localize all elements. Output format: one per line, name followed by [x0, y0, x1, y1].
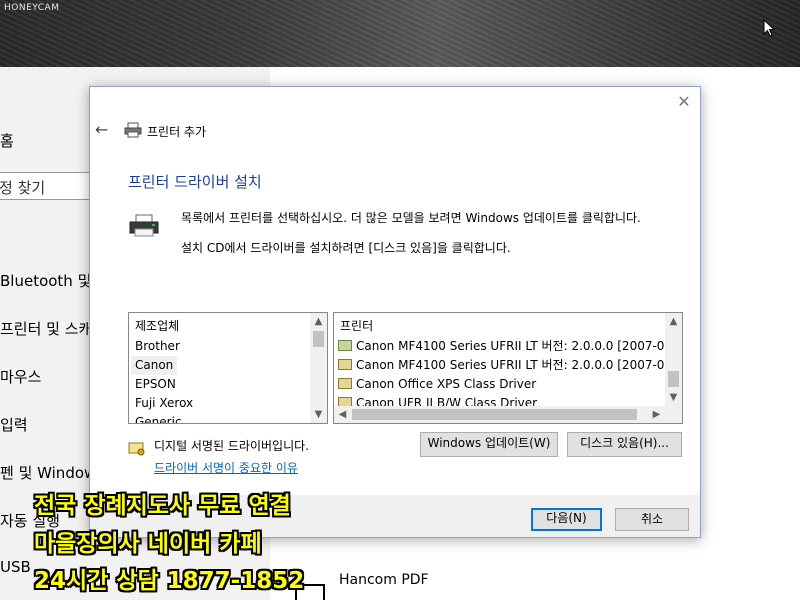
windows-update-button[interactable]: Windows 업데이트(W): [420, 432, 558, 457]
list-item[interactable]: Canon MF4100 Series UFRII LT 버전: 2.0.0.0…: [338, 337, 683, 356]
scroll-up-icon[interactable]: ▲: [310, 313, 327, 330]
settings-item-usb[interactable]: USB: [0, 558, 31, 576]
settings-item-mouse[interactable]: 마우스: [0, 366, 41, 387]
list-item[interactable]: Canon Office XPS Class Driver: [338, 375, 536, 394]
printer-header: 프린터: [340, 319, 374, 333]
manufacturer-scrollbar[interactable]: ▲ ▼: [310, 313, 327, 423]
add-printer-dialog: ✕ ← 프린터 추가 프린터 드라이버 설치 목록에서 프린터를 선택하십시오.…: [89, 86, 701, 538]
scroll-thumb[interactable]: [352, 409, 637, 420]
list-item[interactable]: Canon MF4100 Series UFRII LT 버전: 2.0.0.0…: [338, 356, 683, 375]
manufacturer-header: 제조업체: [135, 319, 180, 333]
settings-item-home[interactable]: 홈: [0, 130, 14, 151]
list-item[interactable]: Generic: [135, 413, 182, 423]
scroll-down-icon[interactable]: ▼: [310, 406, 327, 423]
instruction-text: 목록에서 프린터를 선택하십시오. 더 많은 모델을 보려면 Windows 업…: [181, 211, 641, 225]
page-heading: 프린터 드라이버 설치: [128, 173, 262, 191]
settings-item-printers[interactable]: 프린터 및 스캐: [0, 318, 92, 339]
scroll-thumb[interactable]: [313, 331, 324, 347]
printer-device-label[interactable]: Hancom PDF: [339, 572, 429, 588]
overlay-caption-line3: 24시간 상담 1877-1852: [34, 568, 305, 594]
overlay-caption-line1: 전국 장례지도사 무료 연결: [34, 493, 291, 519]
printer-name: Canon Office XPS Class Driver: [356, 377, 537, 391]
signature-info-link[interactable]: 드라이버 서명이 중요한 이유: [154, 459, 298, 476]
scroll-right-icon[interactable]: ▶: [648, 406, 665, 423]
instruction-text-disk: 설치 CD에서 드라이버를 설치하려면 [디스크 있음]을 클릭합니다.: [181, 241, 511, 255]
desktop-banner: HONEYCAM: [0, 0, 800, 67]
cancel-button[interactable]: 취소: [615, 508, 689, 531]
settings-item-input[interactable]: 입력: [0, 414, 28, 435]
driver-icon: [338, 340, 352, 351]
have-disk-button[interactable]: 디스크 있음(H)...: [567, 432, 682, 457]
next-button[interactable]: 다음(N): [531, 508, 602, 531]
scroll-left-icon[interactable]: ◀: [334, 406, 351, 423]
search-placeholder: 정 찾기: [0, 179, 46, 197]
signed-driver-icon: [128, 442, 145, 456]
printer-name: Canon MF4100 Series UFRII LT 버전: 2.0.0.0…: [356, 358, 683, 372]
scroll-up-icon[interactable]: ▲: [665, 313, 682, 330]
printer-name: Canon MF4100 Series UFRII LT 버전: 2.0.0.0…: [356, 339, 683, 353]
driver-icon: [338, 378, 352, 389]
printer-driver-icon: [129, 214, 159, 237]
settings-item-pen[interactable]: 펜 및 Window: [0, 462, 96, 483]
printer-list[interactable]: 프린터 Canon MF4100 Series UFRII LT 버전: 2.0…: [333, 312, 683, 424]
recorder-watermark: HONEYCAM: [4, 3, 60, 13]
printer-icon: [124, 122, 142, 138]
back-arrow-icon[interactable]: ←: [95, 121, 113, 139]
banner-texture: [0, 0, 800, 67]
list-item[interactable]: Fuji Xerox: [135, 394, 193, 413]
signature-status: 디지털 서명된 드라이버입니다.: [154, 439, 309, 453]
manufacturer-list[interactable]: 제조업체 Brother Canon EPSON Fuji Xerox Gene…: [128, 312, 328, 424]
list-item-selected[interactable]: Canon: [131, 356, 178, 375]
overlay-caption-line2: 마을장의사 네이버 카페: [34, 531, 262, 557]
dialog-title: 프린터 추가: [147, 125, 207, 139]
settings-item-bluetooth[interactable]: Bluetooth 및: [0, 270, 91, 291]
scroll-corner: [665, 406, 682, 423]
mouse-cursor-icon: [763, 19, 776, 37]
list-item[interactable]: EPSON: [135, 375, 176, 394]
scroll-thumb[interactable]: [668, 371, 679, 387]
close-icon[interactable]: ✕: [675, 93, 693, 111]
printer-hscrollbar[interactable]: ◀ ▶: [334, 406, 665, 423]
scroll-down-icon[interactable]: ▼: [665, 389, 682, 406]
driver-icon: [338, 359, 352, 370]
printer-vscrollbar[interactable]: ▲ ▼: [665, 313, 682, 406]
list-item[interactable]: Brother: [135, 337, 180, 356]
